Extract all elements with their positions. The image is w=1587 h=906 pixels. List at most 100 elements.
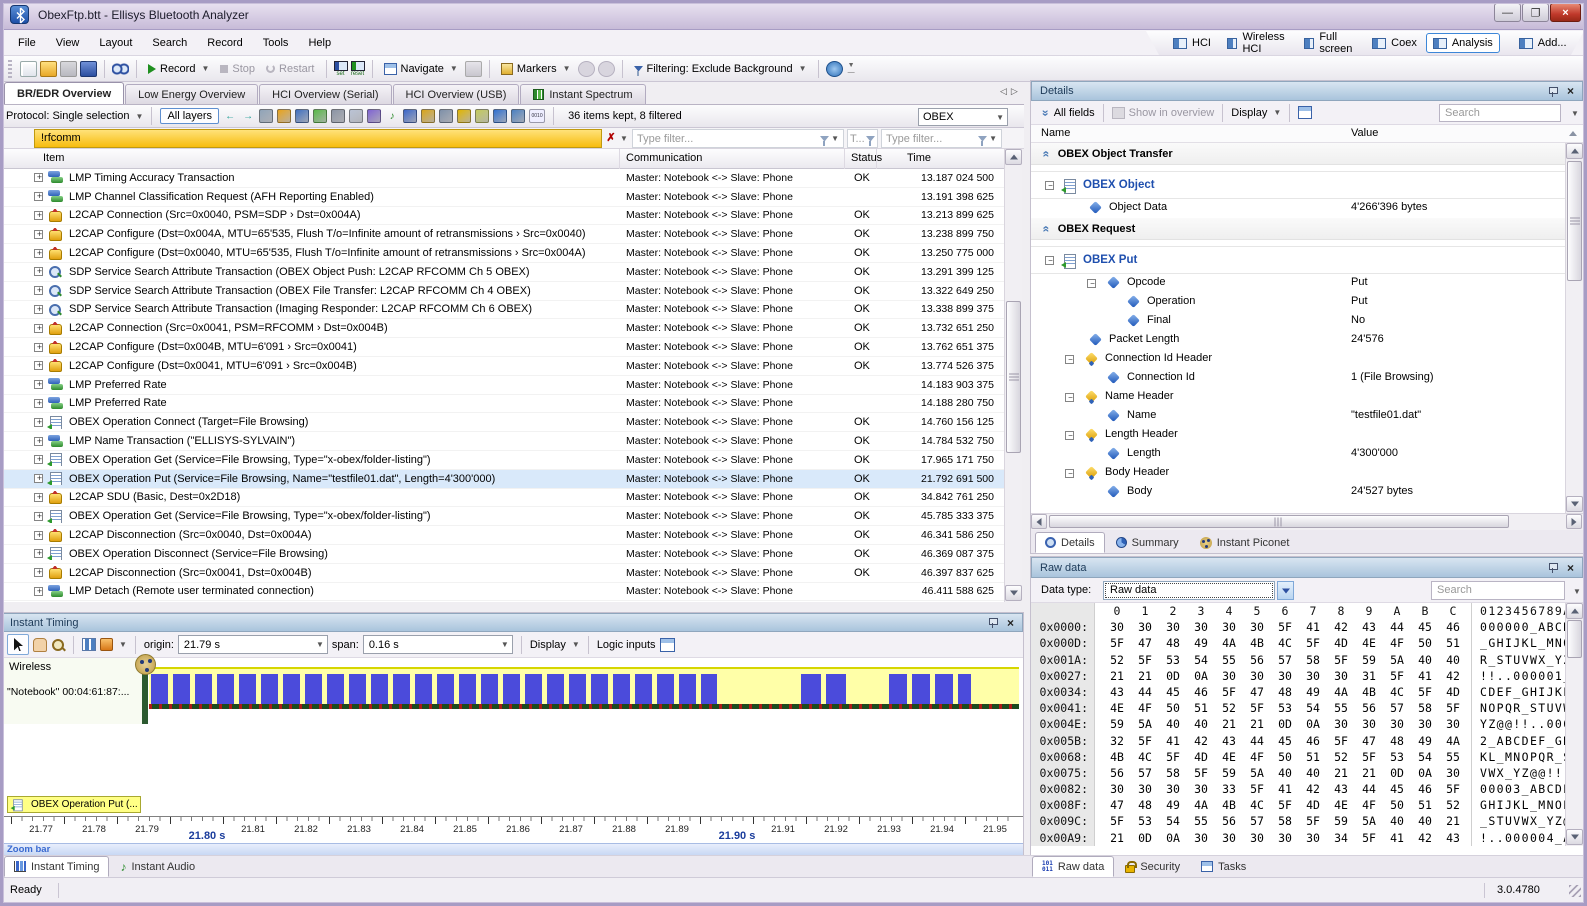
close-button[interactable]: ×	[1550, 3, 1581, 22]
timing-canvas[interactable]: Wireless "Notebook" 00:04:61:87:...	[1, 658, 1023, 816]
timeline-band[interactable]	[149, 667, 1019, 709]
tab-low-energy-overview[interactable]: Low Energy Overview	[125, 84, 258, 104]
table-row[interactable]: L2CAP Disconnection (Src=0x0041, Dst=0x0…	[0, 564, 1004, 583]
status-filter-input[interactable]: T...	[847, 129, 878, 148]
table-row[interactable]: LMP Timing Accuracy TransactionMaster: N…	[0, 169, 1004, 188]
expand-icon[interactable]	[34, 493, 43, 502]
music-icon[interactable]: ♪	[385, 109, 399, 123]
view-button-hci[interactable]: HCI	[1166, 33, 1218, 53]
alert-icon[interactable]	[277, 109, 291, 123]
tab-summary[interactable]: Summary	[1106, 532, 1189, 553]
all-layers-button[interactable]: All layers	[160, 108, 219, 124]
tab-scroll-left-icon[interactable]: ◁	[1000, 86, 1007, 100]
toolbar-overflow-button[interactable]: ▼—	[848, 62, 855, 76]
link-icon[interactable]	[259, 109, 273, 123]
expand-icon[interactable]	[34, 474, 43, 483]
raw-data-scrollbar[interactable]	[1565, 603, 1583, 846]
details-row[interactable]: OpcodePut	[1031, 274, 1565, 293]
chart-icon[interactable]	[511, 109, 525, 123]
table-row[interactable]: LMP Detach (Remote user terminated conne…	[0, 583, 1004, 602]
expand-icon[interactable]	[34, 531, 43, 540]
save-icon[interactable]	[60, 61, 77, 77]
tab-instant-spectrum[interactable]: Instant Spectrum	[520, 84, 645, 104]
item-filter-dropdown-icon[interactable]: ▼	[620, 134, 628, 143]
add-view-button[interactable]: Add...	[1512, 33, 1574, 53]
record-button[interactable]: Record▼	[144, 59, 213, 79]
timing-display-button[interactable]: Display	[530, 639, 566, 651]
select-tool-button[interactable]	[7, 634, 29, 655]
expand-icon[interactable]	[34, 324, 43, 333]
collapse-icon[interactable]	[1065, 355, 1074, 364]
protocol-select[interactable]: Protocol: Single selection▼	[6, 110, 143, 122]
collapse-icon[interactable]	[1065, 393, 1074, 402]
tab-hci-overview-serial[interactable]: HCI Overview (Serial)	[259, 84, 391, 104]
column-header-status[interactable]: Status	[845, 149, 877, 169]
details-row[interactable]: Connection Id1 (File Browsing)	[1031, 369, 1565, 388]
tab-raw-data[interactable]: 101011Raw data	[1032, 856, 1114, 877]
view-button-coex[interactable]: Coex	[1365, 33, 1424, 53]
all-fields-button[interactable]: All fields	[1054, 107, 1095, 119]
table-row[interactable]: LMP Channel Classification Request (AFH …	[0, 188, 1004, 207]
expand-icon[interactable]	[34, 305, 43, 314]
zoom-bar[interactable]: Zoom bar	[1, 843, 1023, 855]
details-row[interactable]: OperationPut	[1031, 293, 1565, 312]
table-row[interactable]: L2CAP Configure (Dst=0x004B, MTU=6'091 ›…	[0, 338, 1004, 357]
table-row[interactable]: L2CAP Disconnection (Src=0x0040, Dst=0x0…	[0, 526, 1004, 545]
details-node[interactable]: OBEX Object	[1031, 171, 1565, 199]
reset-marker-button[interactable]: reset	[351, 61, 365, 77]
columns-view-icon[interactable]	[82, 638, 96, 651]
tab-hci-overview-usb[interactable]: HCI Overview (USB)	[393, 84, 520, 104]
time-filter-input[interactable]: Type filter... ▼	[881, 129, 1002, 148]
filtering-button[interactable]: Filtering: Exclude Background▼	[630, 59, 811, 79]
details-node[interactable]: OBEX Put	[1031, 246, 1565, 274]
expand-icon[interactable]	[34, 249, 43, 258]
menu-layout[interactable]: Layout	[89, 30, 142, 56]
table-row[interactable]: LMP Preferred RateMaster: Notebook <-> S…	[0, 395, 1004, 414]
raw-data-search-input[interactable]: Search	[1431, 581, 1565, 600]
collapse-icon[interactable]	[1045, 181, 1054, 190]
details-display-button[interactable]: Display	[1231, 107, 1267, 119]
coin-icon[interactable]	[457, 109, 471, 123]
data-type-combo[interactable]: Raw data	[1103, 581, 1275, 600]
new-file-icon[interactable]	[20, 61, 37, 77]
expand-icon[interactable]	[34, 399, 43, 408]
branch-icon[interactable]	[331, 109, 345, 123]
pin-icon[interactable]	[1548, 562, 1557, 573]
details-row[interactable]: Packet Length24'576	[1031, 331, 1565, 350]
tab-br-edr-overview[interactable]: BR/EDR Overview	[4, 82, 124, 104]
find-icon[interactable]	[112, 61, 129, 77]
expand-icon[interactable]	[34, 192, 43, 201]
origin-combo[interactable]: 21.79 s▼	[178, 635, 328, 654]
pin-icon[interactable]	[1548, 86, 1557, 97]
collapse-chevron-icon[interactable]: «	[1039, 150, 1053, 157]
table-row[interactable]: OBEX Operation Get (Service=File Browsin…	[0, 507, 1004, 526]
pan-tool-icon[interactable]	[33, 638, 47, 652]
export-icon[interactable]	[80, 61, 97, 77]
collapse-icon[interactable]	[1065, 431, 1074, 440]
video-icon[interactable]	[403, 109, 417, 123]
table-row[interactable]: SDP Service Search Attribute Transaction…	[0, 301, 1004, 320]
table-row[interactable]: SDP Service Search Attribute Transaction…	[0, 282, 1004, 301]
details-name-column[interactable]: Name	[1041, 127, 1070, 139]
expand-icon[interactable]	[34, 173, 43, 182]
table-row[interactable]: OBEX Operation Put (Service=File Browsin…	[0, 470, 1004, 489]
table-row[interactable]: L2CAP Connection (Src=0x0040, PSM=SDP › …	[0, 207, 1004, 226]
details-hscrollbar[interactable]	[1031, 513, 1583, 530]
markers-button[interactable]: Markers▼	[497, 59, 575, 79]
close-panel-icon[interactable]: ×	[1007, 616, 1014, 630]
expand-icon[interactable]	[34, 286, 43, 295]
prev-marker-icon[interactable]	[578, 61, 595, 77]
navigate-button[interactable]: Navigate▼	[380, 59, 462, 79]
collapse-icon[interactable]	[1045, 256, 1054, 265]
selection-label[interactable]: OBEX Operation Put (...	[7, 796, 141, 813]
collapse-chevron-icon[interactable]: «	[1039, 225, 1053, 232]
mouse-icon[interactable]	[349, 109, 363, 123]
wax-seal-icon[interactable]	[421, 109, 435, 123]
pin-icon[interactable]	[988, 617, 997, 628]
table-row[interactable]: SDP Service Search Attribute Transaction…	[0, 263, 1004, 282]
resize-grip[interactable]	[1569, 885, 1581, 897]
details-row[interactable]: Body24'527 bytes	[1031, 483, 1565, 502]
close-panel-icon[interactable]: ×	[1567, 84, 1574, 98]
details-row[interactable]: Body Header	[1031, 464, 1565, 483]
column-header-communication[interactable]: Communication	[620, 149, 845, 169]
